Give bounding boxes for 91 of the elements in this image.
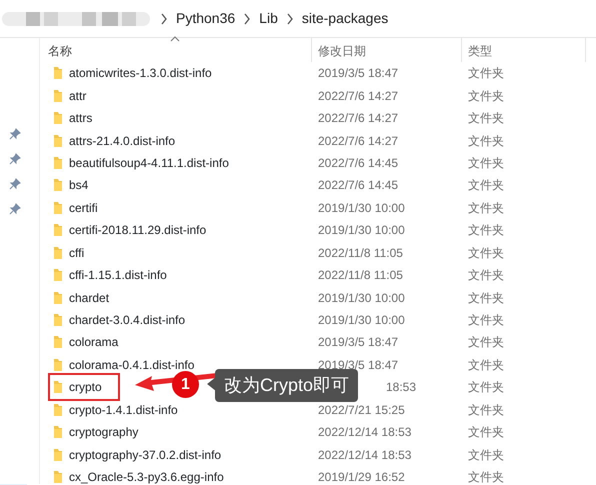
file-name[interactable]: cffi-1.15.1.dist-info — [69, 266, 167, 284]
pin-icon — [9, 203, 21, 215]
folder-icon — [53, 268, 63, 282]
file-name[interactable]: cffi — [69, 244, 84, 262]
folder-icon — [53, 358, 63, 372]
file-name[interactable]: colorama — [69, 333, 118, 352]
file-type: 文件夹 — [468, 246, 504, 260]
breadcrumb-item[interactable]: Lib — [259, 8, 278, 29]
folder-icon — [53, 313, 63, 328]
file-type: 文件夹 — [468, 335, 504, 350]
file-name[interactable]: certifi-2018.11.29.dist-info — [69, 221, 206, 240]
folder-icon — [53, 66, 63, 80]
step-number-badge: 1 — [172, 371, 199, 398]
file-name[interactable]: certifi — [69, 198, 98, 217]
file-name[interactable]: colorama-0.4.1.dist-info — [69, 356, 194, 374]
folder-icon — [53, 88, 63, 103]
file-name[interactable]: cx_Oracle-5.3-py3.6.egg-info — [69, 468, 224, 485]
breadcrumb-item[interactable]: Python36 — [176, 8, 236, 29]
column-header[interactable]: 类型 — [468, 42, 492, 60]
modified-date: 2022/7/6 14:45 — [318, 178, 398, 192]
file-type: 文件夹 — [468, 200, 504, 215]
chevron-icon — [160, 12, 168, 24]
file-type: 文件夹 — [468, 88, 504, 103]
file-type: 文件夹 — [468, 268, 504, 282]
modified-date: 2022/11/8 11:05 — [318, 246, 403, 260]
file-name[interactable]: cryptography-37.0.2.dist-info — [69, 446, 222, 464]
modified-date: 2022/12/14 18:53 — [318, 425, 412, 440]
modified-date: 2019/3/5 18:47 — [318, 335, 398, 350]
modified-date: 2019/1/30 10:00 — [318, 290, 405, 305]
chevron-icon — [243, 12, 252, 24]
file-type: 文件夹 — [468, 425, 504, 440]
file-type: 文件夹 — [468, 358, 504, 372]
folder-icon — [53, 223, 63, 238]
file-type: 文件夹 — [468, 290, 504, 305]
file-name[interactable]: crypto — [69, 378, 102, 396]
modified-date: 2019/1/29 16:52 — [318, 470, 405, 484]
pin-icon — [9, 153, 21, 165]
file-type: 文件夹 — [468, 313, 504, 328]
file-type: 文件夹 — [468, 178, 504, 192]
modified-date: 2019/3/5 18:47 — [318, 358, 398, 372]
callout-text: 改为Crypto即可 — [215, 369, 358, 402]
file-type: 文件夹 — [468, 380, 504, 394]
breadcrumb-item[interactable]: site-packages — [302, 8, 388, 29]
modified-date: 2022/7/6 14:27 — [318, 134, 398, 148]
file-name[interactable]: crypto-1.4.1.dist-info — [69, 400, 178, 419]
column-header[interactable]: 名称 — [48, 42, 72, 60]
file-type: 文件夹 — [468, 448, 504, 462]
chevron-icon — [286, 12, 294, 24]
modified-date: 2019/1/30 10:00 — [318, 200, 405, 215]
file-name[interactable]: chardet-3.0.4.dist-info — [69, 311, 186, 330]
modified-date: 2022/7/21 15:25 — [318, 402, 405, 417]
file-type: 文件夹 — [468, 66, 504, 80]
folder-icon — [53, 246, 63, 260]
modified-date: 2019/1/30 10:00 — [318, 313, 405, 328]
file-name[interactable]: beautifulsoup4-4.11.1.dist-info — [69, 154, 229, 172]
file-type: 文件夹 — [468, 156, 504, 170]
folder-icon — [53, 425, 63, 440]
pin-icon — [9, 178, 21, 190]
file-name[interactable]: cryptography — [69, 423, 138, 442]
file-type: 文件夹 — [468, 134, 504, 148]
file-name[interactable]: attrs — [69, 109, 92, 128]
modified-date: 2022/11/8 11:05 — [318, 268, 403, 282]
column-header[interactable]: 修改日期 — [318, 42, 366, 60]
file-type: 文件夹 — [468, 223, 504, 238]
folder-icon — [53, 178, 63, 192]
file-name[interactable]: attr — [69, 86, 86, 105]
folder-icon — [53, 380, 63, 394]
file-name[interactable]: attrs-21.4.0.dist-info — [69, 132, 176, 150]
folder-icon — [53, 200, 63, 215]
folder-icon — [53, 156, 63, 170]
folder-icon — [53, 134, 63, 148]
modified-date: 2022/7/6 14:27 — [318, 88, 398, 103]
modified-date: 18:53 — [386, 380, 416, 394]
file-type: 文件夹 — [468, 111, 504, 126]
file-name[interactable]: bs4 — [69, 176, 88, 194]
file-name[interactable]: atomicwrites-1.3.0.dist-info — [69, 64, 212, 82]
folder-icon — [53, 470, 63, 484]
file-name[interactable]: chardet — [69, 288, 110, 307]
pin-icon — [9, 128, 21, 140]
folder-icon — [53, 111, 63, 126]
modified-date: 2022/12/14 18:53 — [318, 448, 412, 462]
folder-icon — [53, 290, 63, 305]
modified-date: 2022/7/6 14:45 — [318, 156, 398, 170]
modified-date: 2019/3/5 18:47 — [318, 66, 398, 80]
folder-icon — [53, 335, 63, 350]
file-type: 文件夹 — [468, 402, 504, 417]
modified-date: 2019/1/30 10:00 — [318, 223, 405, 238]
folder-icon — [53, 448, 63, 462]
modified-date: 2022/7/6 14:27 — [318, 111, 398, 126]
file-type: 文件夹 — [468, 470, 504, 484]
folder-icon — [53, 402, 63, 417]
